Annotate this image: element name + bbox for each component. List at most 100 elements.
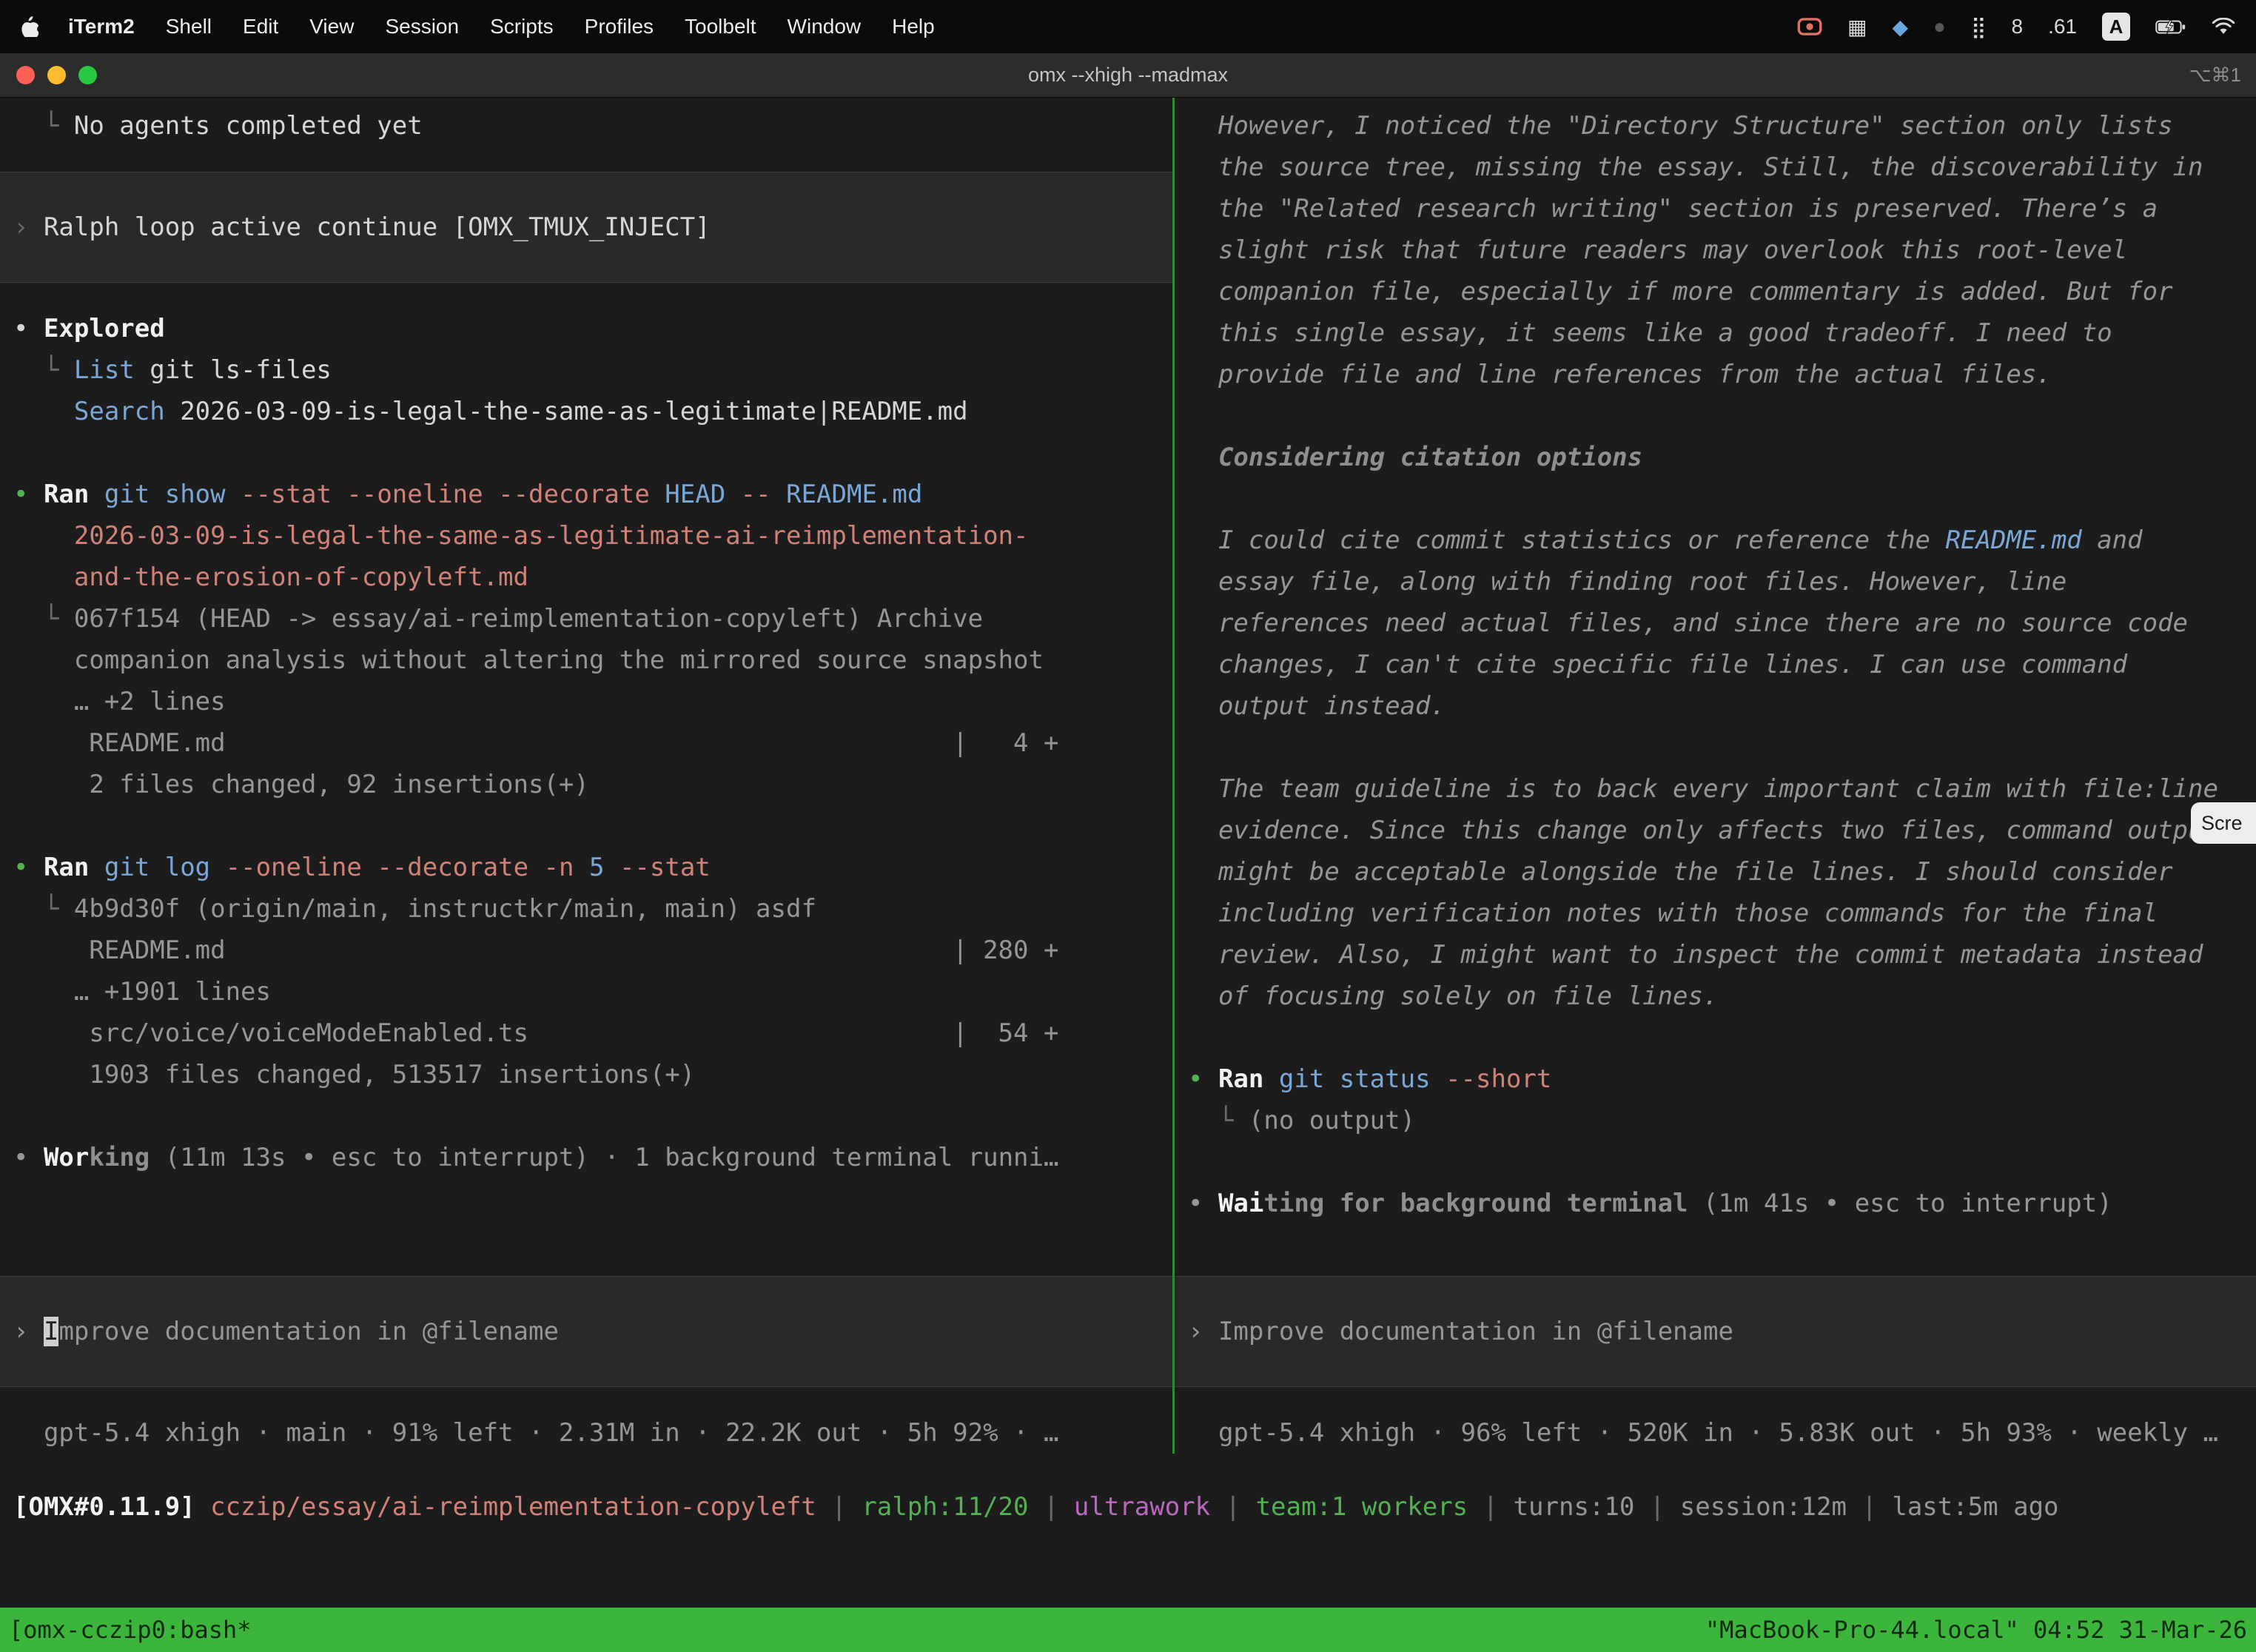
terminal-line: › Improve documentation in @filename	[13, 1311, 1172, 1352]
stopwatch-icon[interactable]: 8	[2011, 15, 2023, 38]
terminal-line: README.md | 4 +	[13, 722, 1172, 764]
terminal-line: of focusing solely on file lines.	[1188, 976, 2256, 1017]
terminal-line: └ 067f154 (HEAD -> essay/ai-reimplementa…	[13, 598, 1172, 639]
terminal-line: review. Also, I might want to inspect th…	[1188, 934, 2256, 976]
terminal-line: • Ran git show --stat --oneline --decora…	[13, 474, 1172, 515]
terminal-line: └ 4b9d30f (origin/main, instructkr/main,…	[13, 888, 1172, 930]
terminal-line	[1188, 478, 2256, 520]
terminal-line: 2 files changed, 92 insertions(+)	[13, 764, 1172, 805]
left-pane: └ No agents completed yet › Ralph loop ac…	[0, 98, 1172, 1454]
menu-scripts[interactable]: Scripts	[490, 15, 554, 38]
terminal-line	[13, 1095, 1172, 1137]
terminal-line: … +1901 lines	[13, 971, 1172, 1013]
terminal-line: • Ran git log --oneline --decorate -n 5 …	[13, 847, 1172, 888]
terminal-line: src/voice/voiceModeEnabled.ts | 54 +	[13, 1013, 1172, 1054]
bottom-spacer	[0, 1528, 2256, 1608]
terminal-line: Search 2026-03-09-is-legal-the-same-as-l…	[13, 391, 1172, 432]
terminal-line: The team guideline is to back every impo…	[1188, 768, 2256, 810]
terminal-line	[1188, 1141, 2256, 1183]
terminal-line: evidence. Since this change only affects…	[1188, 810, 2256, 851]
right-pane: However, I noticed the "Directory Struct…	[1175, 98, 2256, 1454]
tmux-panes: └ No agents completed yet › Ralph loop ac…	[0, 98, 2256, 1454]
title-bar: omx --xhigh --madmax ⌥⌘1	[0, 53, 2256, 98]
prompt-input[interactable]: › Improve documentation in @filename	[0, 1276, 1172, 1387]
terminal-line: • Waiting for background terminal (1m 41…	[1188, 1183, 2256, 1224]
terminal-line: • Ran git status --short	[1188, 1058, 2256, 1100]
menu-shell[interactable]: Shell	[166, 15, 212, 38]
terminal-line: output instead.	[1188, 685, 2256, 727]
terminal-line: 2026-03-09-is-legal-the-same-as-legitima…	[13, 515, 1172, 557]
terminal-line: companion file, especially if more comme…	[1188, 271, 2256, 312]
window-shortcut: ⌥⌘1	[2189, 64, 2256, 87]
terminal-window: └ No agents completed yet › Ralph loop ac…	[0, 98, 2256, 1652]
apple-menu[interactable]	[21, 16, 38, 37]
terminal-line: slight risk that future readers may over…	[1188, 229, 2256, 271]
terminal-line: changes, I can't cite specific file line…	[1188, 644, 2256, 685]
screen: iTerm2 Shell Edit View Session Scripts Profile…	[0, 0, 2256, 1652]
menu-profiles[interactable]: Profiles	[585, 15, 654, 38]
battery-icon[interactable]	[2155, 19, 2186, 35]
terminal-line: the source tree, missing the essay. Stil…	[1188, 147, 2256, 188]
terminal-line	[13, 432, 1172, 474]
agent-thinking: However, I noticed the "Directory Struct…	[1188, 105, 2256, 1224]
menu-bar: iTerm2 Shell Edit View Session Scripts Profile…	[0, 0, 2256, 53]
inject-banner: › Ralph loop active continue [OMX_TMUX_I…	[0, 172, 1172, 283]
wifi-icon[interactable]	[2212, 18, 2235, 36]
terminal-line	[1188, 727, 2256, 768]
dots-grid-icon[interactable]: ⣿	[1971, 15, 1987, 39]
pane-status-line: gpt-5.4 xhigh · main · 91% left · 2.31M …	[13, 1412, 1172, 1454]
screen-recording-indicator[interactable]	[1797, 17, 1822, 36]
terminal-line	[1188, 395, 2256, 437]
terminal-line: 1903 files changed, 513517 insertions(+)	[13, 1054, 1172, 1095]
terminal-line: I could cite commit statistics or refere…	[1188, 520, 2256, 561]
terminal-line: └ (no output)	[1188, 1100, 2256, 1141]
menu-view[interactable]: View	[309, 15, 354, 38]
screen-share-tab[interactable]: Scre	[2191, 802, 2256, 844]
window-title: omx --xhigh --madmax	[0, 64, 2256, 87]
terminal-line: └ No agents completed yet	[13, 105, 1172, 147]
battery-percentage[interactable]: .61	[2048, 15, 2077, 38]
terminal-line: essay file, along with finding root file…	[1188, 561, 2256, 602]
dark-app-icon[interactable]: ●	[1933, 15, 1946, 38]
terminal-line: the "Related research writing" section i…	[1188, 188, 2256, 229]
agents-status: └ No agents completed yet	[13, 105, 1172, 147]
menu-window[interactable]: Window	[788, 15, 862, 38]
terminal-line: gpt-5.4 xhigh · 96% left · 520K in · 5.8…	[1188, 1412, 2256, 1454]
blue-app-icon[interactable]: ◆	[1893, 15, 1909, 39]
apple-logo	[21, 16, 38, 37]
terminal-line: › Ralph loop active continue [OMX_TMUX_I…	[13, 206, 1172, 248]
tmux-status-bar: [omx-cczip0:bash* "MacBook-Pro-44.local"…	[0, 1608, 2256, 1652]
agent-transcript: • Explored └ List git ls-files Search 20…	[13, 308, 1172, 1178]
menu-iterm2[interactable]: iTerm2	[68, 15, 135, 38]
terminal-line: this single essay, it seems like a good …	[1188, 312, 2256, 354]
terminal-line: gpt-5.4 xhigh · main · 91% left · 2.31M …	[13, 1412, 1172, 1454]
terminal-line: However, I noticed the "Directory Struct…	[1188, 105, 2256, 147]
terminal-line: including verification notes with those …	[1188, 893, 2256, 934]
tmux-session-window[interactable]: [omx-cczip0:bash*	[9, 1616, 252, 1644]
terminal-line: README.md | 280 +	[13, 930, 1172, 971]
terminal-line: Considering citation options	[1188, 437, 2256, 478]
menu-edit[interactable]: Edit	[243, 15, 278, 38]
terminal-line	[1188, 1017, 2256, 1058]
menu-toolbelt[interactable]: Toolbelt	[685, 15, 756, 38]
terminal-line: provide file and line references from th…	[1188, 354, 2256, 395]
input-source-icon[interactable]: A	[2102, 13, 2130, 41]
grid-app-icon[interactable]: ▦	[1847, 15, 1867, 39]
tmux-host-clock: "MacBook-Pro-44.local" 04:52 31-Mar-26	[1705, 1616, 2247, 1644]
pane-status-line: gpt-5.4 xhigh · 96% left · 520K in · 5.8…	[1188, 1412, 2256, 1454]
terminal-line: and-the-erosion-of-copyleft.md	[13, 557, 1172, 598]
prompt-input[interactable]: › Improve documentation in @filename	[1175, 1276, 2256, 1387]
terminal-line: • Working (11m 13s • esc to interrupt) ·…	[13, 1137, 1172, 1178]
menu-bar-status-icons: ▦ ◆ ● ⣿ 8 .61 A	[1797, 13, 2235, 41]
terminal-line: › Improve documentation in @filename	[1188, 1311, 2256, 1352]
terminal-line	[13, 805, 1172, 847]
terminal-line: companion analysis without altering the …	[13, 639, 1172, 681]
menu-session[interactable]: Session	[385, 15, 459, 38]
terminal-line: • Explored	[13, 308, 1172, 349]
terminal-line: references need actual files, and since …	[1188, 602, 2256, 644]
terminal-line: … +2 lines	[13, 681, 1172, 722]
menu-items: iTerm2 Shell Edit View Session Scripts Profile…	[68, 15, 935, 38]
terminal-line: might be acceptable alongside the file l…	[1188, 851, 2256, 893]
menu-help[interactable]: Help	[892, 15, 935, 38]
omx-status-line: [OMX#0.11.9] cczip/essay/ai-reimplementa…	[0, 1486, 2256, 1528]
